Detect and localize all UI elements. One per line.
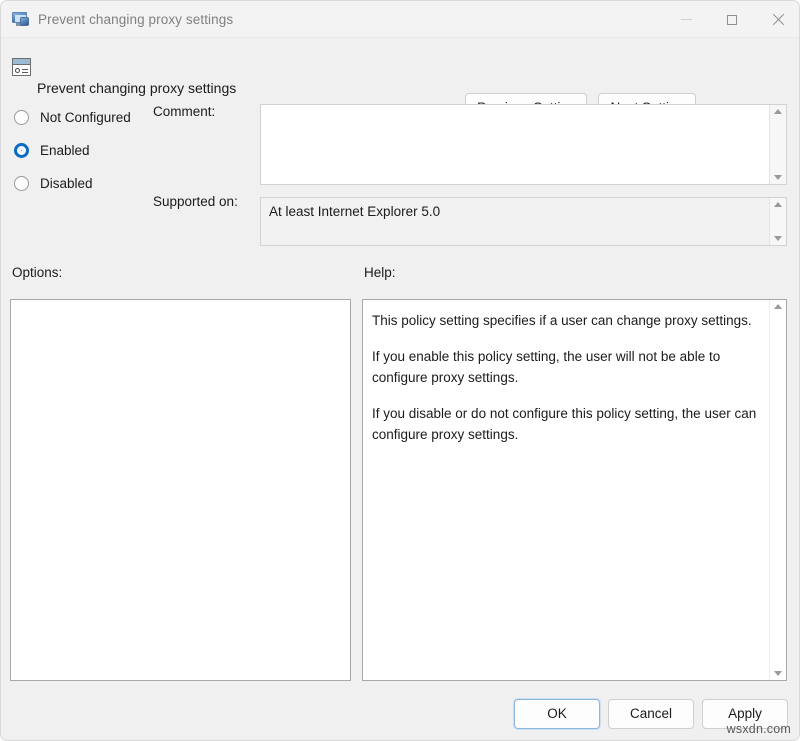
supported-on-label: Supported on:	[153, 194, 238, 209]
radio-enabled-indicator	[14, 143, 29, 158]
radio-enabled-label: Enabled	[40, 143, 90, 158]
header-strip: Prevent changing proxy settings Previous…	[1, 38, 800, 97]
help-label: Help:	[364, 265, 396, 280]
window-title: Prevent changing proxy settings	[38, 12, 233, 27]
cancel-button[interactable]: Cancel	[608, 699, 694, 729]
title-bar: Prevent changing proxy settings	[1, 1, 800, 38]
window-controls	[663, 1, 800, 38]
policy-state-radio-group: Not Configured Enabled Disabled	[14, 105, 131, 204]
comment-scrollbar[interactable]	[769, 105, 786, 184]
window-monitor-icon	[12, 12, 29, 27]
close-button[interactable]	[755, 1, 800, 38]
close-icon	[772, 13, 785, 26]
help-text: This policy setting specifies if a user …	[363, 300, 769, 680]
help-panel: This policy setting specifies if a user …	[362, 299, 787, 681]
maximize-button[interactable]	[709, 1, 755, 38]
radio-disabled-indicator	[14, 176, 29, 191]
maximize-icon	[727, 15, 737, 25]
help-paragraph: If you disable or do not configure this …	[372, 404, 758, 446]
policy-title: Prevent changing proxy settings	[37, 80, 236, 96]
radio-not-configured-label: Not Configured	[40, 110, 131, 125]
scroll-up-arrow-icon[interactable]	[774, 304, 782, 309]
radio-not-configured[interactable]: Not Configured	[14, 105, 131, 130]
radio-disabled[interactable]: Disabled	[14, 171, 131, 196]
supported-on-value: At least Internet Explorer 5.0	[261, 198, 769, 245]
supported-on-scrollbar[interactable]	[769, 198, 786, 245]
comment-input[interactable]	[261, 105, 769, 184]
radio-enabled[interactable]: Enabled	[14, 138, 131, 163]
scroll-down-arrow-icon[interactable]	[774, 175, 782, 180]
radio-not-configured-indicator	[14, 110, 29, 125]
minimize-button[interactable]	[663, 1, 709, 38]
ok-button[interactable]: OK	[514, 699, 600, 729]
minimize-icon	[681, 19, 692, 20]
options-label: Options:	[12, 265, 62, 280]
group-policy-setting-window: Prevent changing proxy settings Prevent …	[0, 0, 800, 741]
comment-field[interactable]	[260, 104, 787, 185]
radio-disabled-label: Disabled	[40, 176, 93, 191]
scroll-up-arrow-icon[interactable]	[774, 202, 782, 207]
scroll-up-arrow-icon[interactable]	[774, 109, 782, 114]
options-panel[interactable]	[10, 299, 351, 681]
help-scrollbar[interactable]	[769, 300, 786, 680]
comment-label: Comment:	[153, 104, 215, 119]
help-paragraph: This policy setting specifies if a user …	[372, 311, 758, 332]
watermark: wsxdn.com	[727, 722, 791, 736]
help-paragraph: If you enable this policy setting, the u…	[372, 347, 758, 389]
scroll-down-arrow-icon[interactable]	[774, 671, 782, 676]
policy-setting-icon	[12, 58, 31, 76]
supported-on-field: At least Internet Explorer 5.0	[260, 197, 787, 246]
scroll-down-arrow-icon[interactable]	[774, 236, 782, 241]
